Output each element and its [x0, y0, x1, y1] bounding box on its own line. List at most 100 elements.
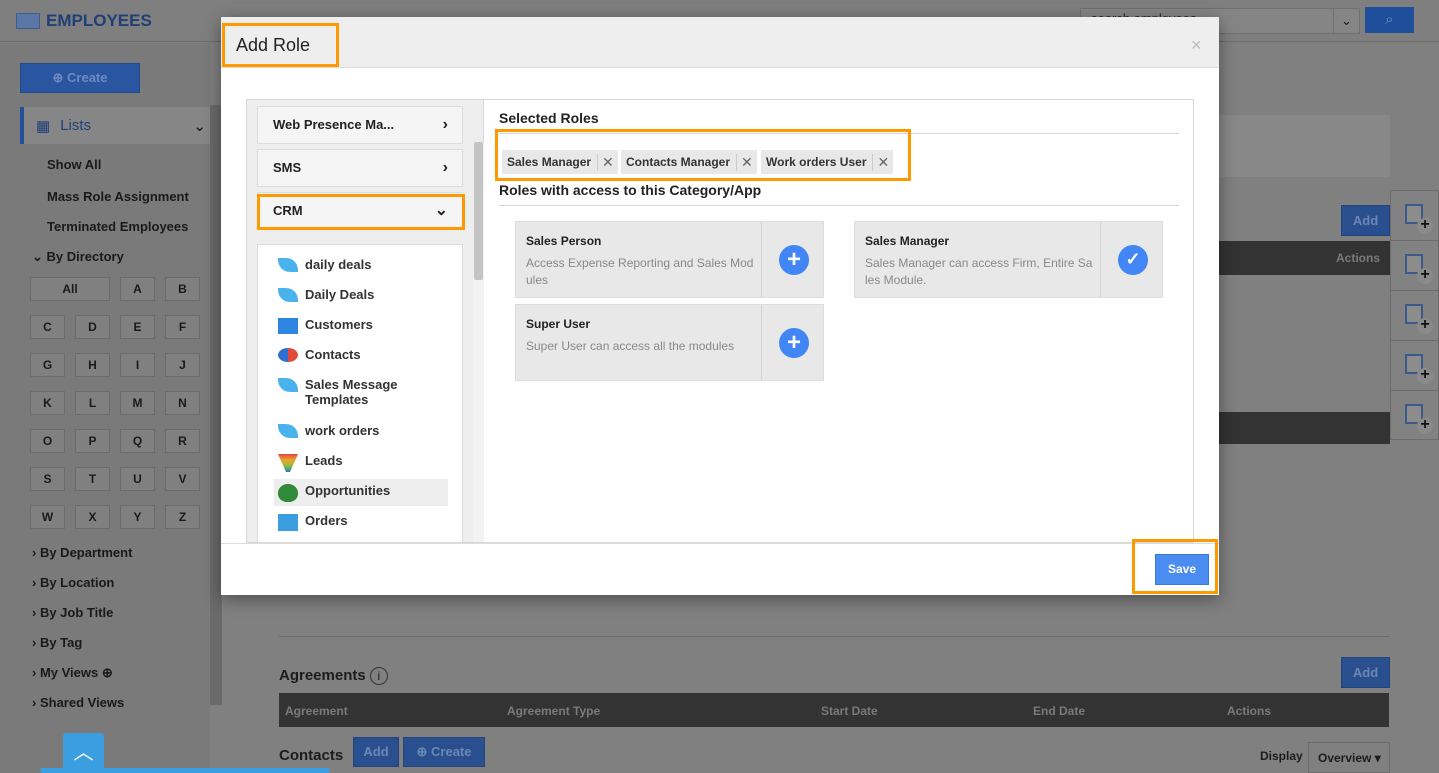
app-item[interactable]: Leads	[274, 449, 448, 476]
letter-filter-button[interactable]: Y	[120, 505, 155, 529]
role-added-check-icon[interactable]: ✓	[1118, 245, 1148, 275]
sidebar-mass-role[interactable]: Mass Role Assignment	[47, 189, 189, 204]
letter-filter-button[interactable]: A	[120, 277, 155, 301]
letter-filter-button[interactable]: O	[30, 429, 65, 453]
remove-icon[interactable]: ✕	[736, 153, 757, 171]
sidebar-shared-views[interactable]: › Shared Views	[32, 695, 124, 710]
chevron-right-icon: ›	[442, 159, 448, 176]
remove-icon[interactable]: ✕	[597, 153, 618, 171]
add-view-icon[interactable]: ⊕	[102, 665, 113, 680]
add-button[interactable]: Add	[1341, 205, 1390, 236]
app-item[interactable]: Daily Deals	[274, 283, 448, 306]
letter-filter-button[interactable]: G	[30, 353, 65, 377]
app-item[interactable]: Contacts	[274, 343, 448, 366]
lists-menu[interactable]: ▦ Lists ⌄	[20, 107, 210, 144]
app-label: Daily Deals	[305, 287, 375, 302]
app-item[interactable]: Opportunities	[274, 479, 448, 506]
category-sms[interactable]: SMS ›	[257, 149, 463, 187]
role-card-sales-person: Sales Person Access Expense Reporting and…	[515, 221, 824, 298]
display-select[interactable]: Overview ▾	[1308, 742, 1390, 773]
search-icon: ⌕	[1385, 11, 1394, 28]
scroll-thumb[interactable]	[474, 142, 483, 280]
letter-filter-button[interactable]: N	[165, 391, 200, 415]
app-logo[interactable]: EMPLOYEES	[16, 11, 152, 31]
letter-filter-button[interactable]: Z	[165, 505, 200, 529]
letter-filter-button[interactable]: V	[165, 467, 200, 491]
create-button[interactable]: ⊕ Create	[20, 63, 140, 93]
role-desc: Super User can access all the modules	[526, 339, 735, 353]
app-item[interactable]: work orders	[274, 419, 448, 442]
add-event-button[interactable]: +	[1391, 241, 1439, 291]
letter-filter-button[interactable]: H	[75, 353, 110, 377]
category-web-presence[interactable]: Web Presence Ma... ›	[257, 106, 463, 144]
role-name: Super User	[526, 317, 591, 331]
sidebar-by-department[interactable]: › By Department	[32, 545, 132, 560]
contacts-add-button[interactable]: Add	[353, 737, 399, 767]
add-role-plus-icon[interactable]: +	[779, 245, 809, 275]
app-item[interactable]: daily deals	[274, 253, 448, 276]
add-note-button[interactable]: +	[1391, 291, 1439, 341]
by-directory-label: By Directory	[46, 249, 124, 264]
remove-icon[interactable]: ✕	[872, 153, 893, 171]
letter-filter-button[interactable]: U	[120, 467, 155, 491]
category-scrollbar[interactable]	[473, 142, 484, 542]
letter-filter-button[interactable]: I	[120, 353, 155, 377]
sidebar-show-all[interactable]: Show All	[47, 157, 101, 172]
letter-filter-button[interactable]: K	[30, 391, 65, 415]
letter-filter-button[interactable]: M	[120, 391, 155, 415]
search-dropdown[interactable]: ⌄	[1333, 8, 1360, 34]
chip-label: Contacts Manager	[626, 155, 731, 169]
col-start-date: Start Date	[821, 704, 878, 718]
letter-filter-button[interactable]: S	[30, 467, 65, 491]
sidebar-terminated[interactable]: Terminated Employees	[47, 219, 188, 234]
search-button[interactable]: ⌕	[1365, 7, 1414, 33]
contacts-create-button[interactable]: ⊕ Create	[403, 737, 485, 767]
col-end-date: End Date	[1033, 704, 1086, 718]
lists-label: Lists	[60, 117, 92, 134]
letter-filter-button[interactable]: J	[165, 353, 200, 377]
letter-filter-button[interactable]: C	[30, 315, 65, 339]
display-value: Overview	[1318, 751, 1372, 765]
letter-filter-button[interactable]: Q	[120, 429, 155, 453]
chip-label: Work orders User	[766, 155, 867, 169]
agreements-add-button[interactable]: Add	[1341, 657, 1390, 688]
save-button[interactable]: Save	[1155, 554, 1209, 585]
add-role-plus-icon[interactable]: +	[779, 328, 809, 358]
letter-filter-button[interactable]: D	[75, 315, 110, 339]
actions-header: Actions	[1336, 251, 1381, 265]
section-label: By Location	[39, 575, 115, 590]
category-label: SMS	[273, 160, 302, 175]
scroll-top-button[interactable]: ︿	[63, 733, 104, 773]
app-item[interactable]: Customers	[274, 313, 448, 338]
leaf-icon	[278, 288, 298, 302]
sidebar-my-views[interactable]: › My Views ⊕	[32, 665, 113, 681]
letter-filter-button[interactable]: F	[165, 315, 200, 339]
letter-filter-button[interactable]: L	[75, 391, 110, 415]
letter-filter-button[interactable]: All	[30, 277, 110, 301]
sidebar-by-directory[interactable]: ⌄ By Directory	[32, 249, 124, 265]
add-document-button[interactable]: +	[1391, 391, 1439, 441]
sidebar-by-tag[interactable]: › By Tag	[32, 635, 82, 650]
letter-filter-button[interactable]: W	[30, 505, 65, 529]
add-task-button[interactable]: +	[1391, 191, 1439, 241]
close-icon[interactable]: ×	[1191, 35, 1202, 56]
category-panel: Web Presence Ma... › SMS › CRM ⌄ daily deal…	[247, 100, 484, 542]
letter-filter-button[interactable]: R	[165, 429, 200, 453]
app-item[interactable]: Sales Message Templates	[274, 373, 448, 411]
info-icon[interactable]: i	[369, 667, 388, 685]
sidebar-by-location[interactable]: › By Location	[32, 575, 114, 590]
letter-filter-button[interactable]: X	[75, 505, 110, 529]
letter-filter-button[interactable]: B	[165, 277, 200, 301]
agreements-label: Agreements	[279, 667, 366, 684]
add-call-button[interactable]: +	[1391, 341, 1439, 391]
section-label: By Department	[39, 545, 133, 560]
letter-filter-button[interactable]: T	[75, 467, 110, 491]
app-title: EMPLOYEES	[46, 11, 152, 30]
app-label: work orders	[305, 423, 380, 438]
letter-filter-button[interactable]: E	[120, 315, 155, 339]
sidebar-by-job-title[interactable]: › By Job Title	[32, 605, 113, 620]
app-label: Customers	[305, 317, 373, 332]
app-item[interactable]: Orders	[274, 509, 448, 535]
section-label: By Job Title	[39, 605, 114, 620]
letter-filter-button[interactable]: P	[75, 429, 110, 453]
